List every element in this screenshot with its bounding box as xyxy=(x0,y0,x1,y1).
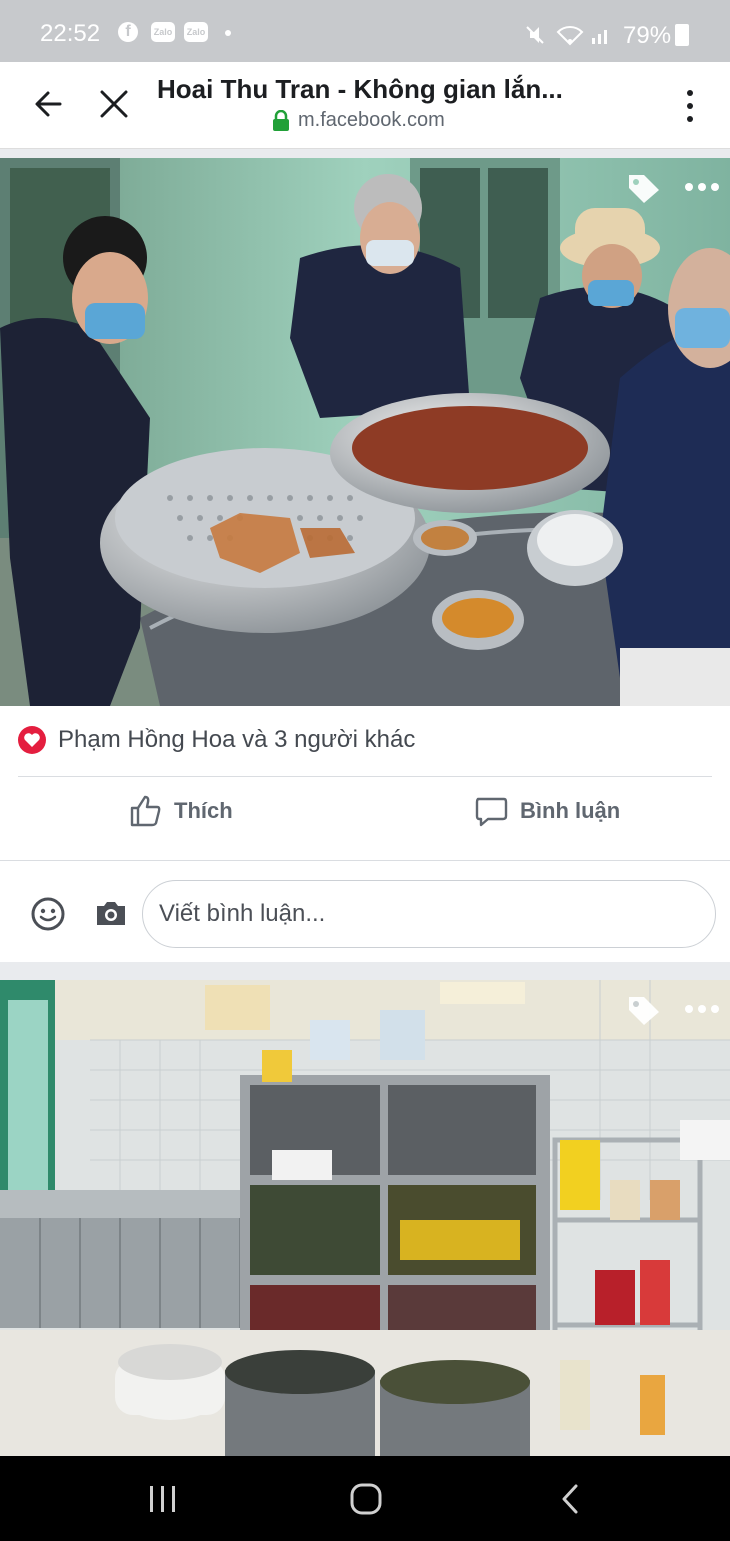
tag-icon-2[interactable] xyxy=(626,994,662,1028)
reactions-text: Phạm Hồng Hoa và 3 người khác xyxy=(58,726,416,753)
divider xyxy=(18,776,712,777)
like-label: Thích xyxy=(174,798,233,823)
post-photo-cooking[interactable] xyxy=(0,158,730,706)
page-title: Hoai Thu Tran - Không gian lắn... xyxy=(157,74,563,104)
like-icon xyxy=(130,795,161,827)
divider-2 xyxy=(0,860,730,861)
nav-back-icon[interactable] xyxy=(558,1482,582,1516)
url-display: m.facebook.com xyxy=(272,109,445,132)
back-arrow-icon[interactable] xyxy=(30,84,70,124)
facebook-notification-icon: f xyxy=(118,22,138,42)
mute-icon xyxy=(526,26,544,44)
post-actions-card: Phạm Hồng Hoa và 3 người khác Thích Bình… xyxy=(0,706,730,962)
comment-icon xyxy=(475,797,508,827)
url-text: m.facebook.com xyxy=(298,109,445,131)
comment-label: Bình luận xyxy=(520,798,621,823)
signal-icon xyxy=(592,30,607,44)
more-vert-icon[interactable] xyxy=(676,84,704,128)
tag-icon[interactable] xyxy=(626,172,662,206)
status-bar: 22:52 f Zalo Zalo 79% xyxy=(0,0,730,62)
close-icon[interactable] xyxy=(94,84,134,124)
wifi-icon xyxy=(556,26,584,46)
comment-composer xyxy=(0,862,730,962)
post-photo-kitchen[interactable] xyxy=(0,980,730,1456)
heart-icon xyxy=(18,726,46,754)
lock-icon xyxy=(273,109,289,131)
more-horiz-icon[interactable] xyxy=(682,176,722,198)
reactions-summary[interactable]: Phạm Hồng Hoa và 3 người khác xyxy=(18,726,415,754)
photo-kitchen-illustration xyxy=(0,980,730,1456)
home-icon[interactable] xyxy=(348,1482,384,1516)
system-navigation-bar xyxy=(0,1456,730,1541)
battery-charging-icon xyxy=(675,24,689,46)
like-button[interactable]: Thích xyxy=(128,794,233,828)
camera-icon[interactable] xyxy=(94,898,128,928)
photo-cooking-illustration xyxy=(0,158,730,706)
comment-button[interactable]: Bình luận xyxy=(474,794,620,828)
more-notifications-dot-icon xyxy=(225,30,231,36)
status-time: 22:52 xyxy=(40,20,101,47)
browser-header: Hoai Thu Tran - Không gian lắn... m.face… xyxy=(0,62,730,149)
zalo-notification-icon-2: Zalo xyxy=(184,22,208,42)
comment-input[interactable] xyxy=(142,880,716,948)
battery-percent: 79% xyxy=(623,22,672,49)
zalo-notification-icon: Zalo xyxy=(151,22,175,42)
recents-icon[interactable] xyxy=(146,1482,180,1516)
smile-icon[interactable] xyxy=(30,896,66,932)
more-horiz-icon-2[interactable] xyxy=(682,998,722,1020)
